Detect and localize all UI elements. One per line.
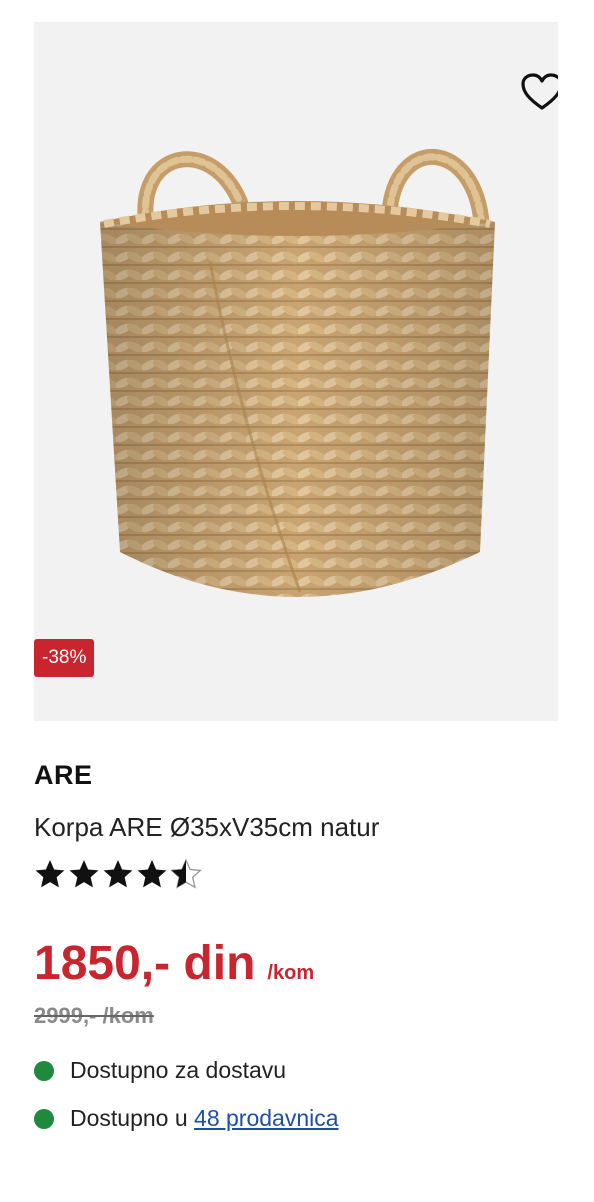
rating-stars[interactable] <box>34 858 202 890</box>
current-price: 1850,- din <box>34 937 256 990</box>
heart-outline-icon <box>521 73 558 110</box>
green-dot-icon <box>34 1108 54 1129</box>
star-icon <box>103 860 133 888</box>
product-image <box>100 148 495 597</box>
green-dot-icon <box>34 1060 54 1081</box>
star-icon <box>137 860 167 888</box>
delivery-availability: Dostupno za dostavu <box>34 1057 286 1084</box>
discount-badge: -38% <box>34 639 95 677</box>
product-name[interactable]: Korpa ARE Ø35xV35cm natur <box>34 812 379 843</box>
stores-link[interactable]: 48 prodavnica <box>194 1105 339 1132</box>
star-icon <box>69 860 99 888</box>
product-brand[interactable]: ARE <box>34 760 93 791</box>
wishlist-button[interactable] <box>518 70 558 114</box>
store-availability: Dostupno u 48 prodavnica <box>34 1105 339 1132</box>
store-availability-prefix: Dostupno u <box>70 1105 188 1131</box>
product-image-area[interactable] <box>34 22 558 721</box>
delivery-availability-text: Dostupno za dostavu <box>70 1057 287 1083</box>
star-icon <box>35 860 65 888</box>
product-card[interactable]: -38% ARE Korpa ARE Ø35xV35cm natur 1850,… <box>0 0 594 1202</box>
half-star-icon <box>170 858 202 889</box>
old-price: 2999,- /kom <box>34 1003 154 1028</box>
price-row: 1850,- din /kom <box>34 936 314 991</box>
price-unit: /kom <box>267 962 315 984</box>
